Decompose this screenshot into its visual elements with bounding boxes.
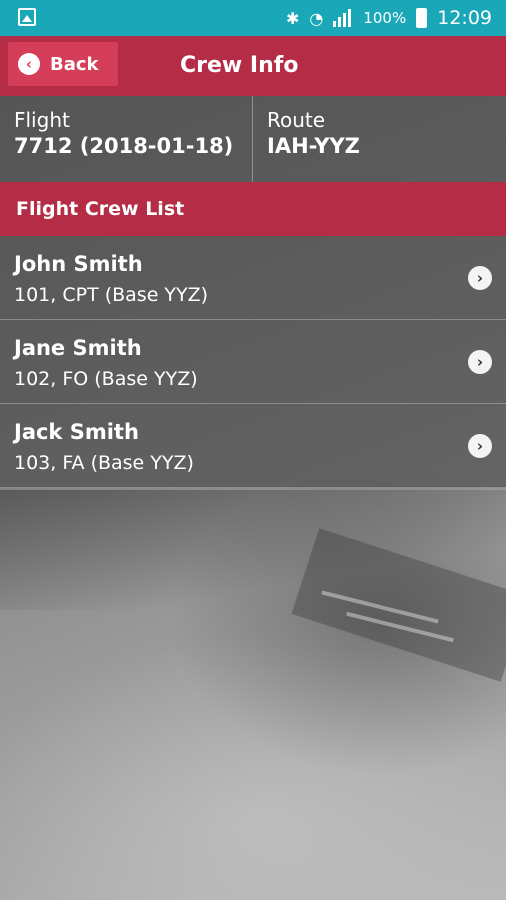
chevron-right-icon: › — [468, 350, 492, 374]
chevron-right-icon: › — [468, 434, 492, 458]
crew-list: John Smith 101, CPT (Base YYZ) › Jane Sm… — [0, 236, 506, 488]
flight-label: Flight — [14, 108, 70, 132]
crew-list-item[interactable]: Jane Smith 102, FO (Base YYZ) › — [0, 320, 506, 404]
route-label: Route — [267, 108, 326, 132]
crew-name: Jack Smith — [14, 420, 139, 444]
crew-list-item[interactable]: John Smith 101, CPT (Base YYZ) › — [0, 236, 506, 320]
crew-detail: 101, CPT (Base YYZ) — [14, 284, 209, 306]
crew-detail: 102, FO (Base YYZ) — [14, 368, 198, 390]
page-title: Crew Info — [180, 53, 299, 78]
status-time: 12:09 — [437, 7, 492, 29]
app-header: ‹ Back Crew Info — [0, 36, 506, 96]
battery-icon — [416, 8, 428, 28]
chevron-right-icon: › — [468, 266, 492, 290]
crew-section-header: Flight Crew List — [0, 182, 506, 236]
bluetooth-icon: ✱ — [285, 8, 300, 28]
flight-info-panel: Flight 7712 (2018-01-18) Route IAH-YYZ — [0, 96, 506, 183]
route-value: IAH-YYZ — [267, 134, 360, 158]
crew-name: Jane Smith — [14, 336, 142, 360]
back-button-label: Back — [50, 53, 99, 75]
flight-cell: Flight 7712 (2018-01-18) — [0, 96, 253, 182]
route-cell: Route IAH-YYZ — [253, 96, 506, 182]
back-button[interactable]: ‹ Back — [8, 42, 118, 86]
signal-icon — [333, 9, 353, 27]
crew-list-item[interactable]: Jack Smith 103, FA (Base YYZ) › — [0, 404, 506, 488]
chevron-left-icon: ‹ — [18, 53, 40, 75]
crew-detail: 103, FA (Base YYZ) — [14, 452, 194, 474]
flight-value: 7712 (2018-01-18) — [14, 134, 234, 158]
crew-name: John Smith — [14, 252, 143, 276]
wifi-icon: ◔ — [309, 8, 324, 28]
image-icon — [18, 8, 36, 26]
battery-percent: 100% — [363, 9, 407, 27]
status-bar: ✱ ◔ 100% 12:09 — [0, 0, 506, 36]
